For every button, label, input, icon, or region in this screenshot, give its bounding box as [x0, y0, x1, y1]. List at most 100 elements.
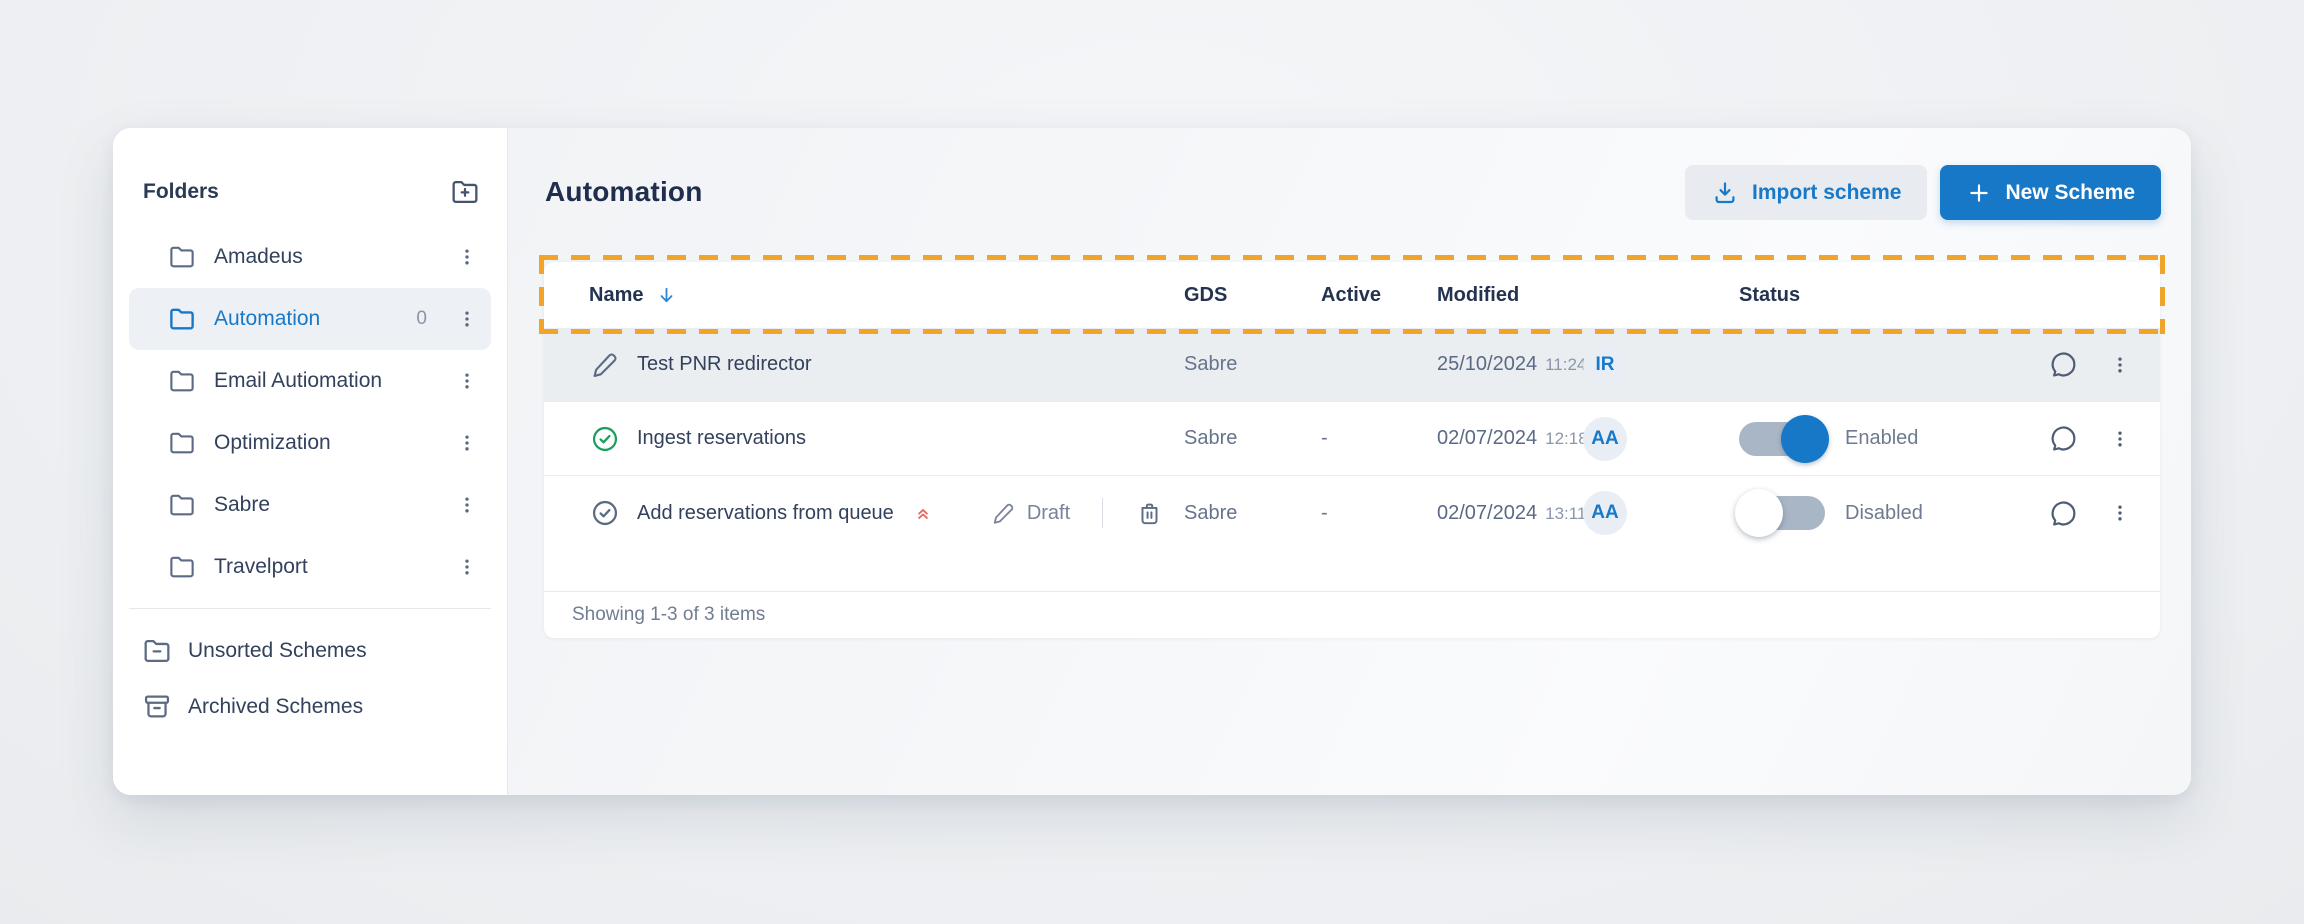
kebab-icon	[2110, 429, 2130, 449]
status-toggle[interactable]	[1739, 422, 1825, 456]
check-circle-icon	[589, 423, 621, 455]
gds-value: Sabre	[1184, 427, 1321, 450]
active-value: -	[1321, 427, 1437, 450]
folder-icon	[167, 552, 197, 582]
row-menu-button[interactable]	[2110, 355, 2130, 375]
row-menu-button[interactable]	[2110, 429, 2130, 449]
add-folder-button[interactable]	[449, 176, 481, 208]
row-menu-button[interactable]	[2110, 503, 2130, 523]
new-scheme-button[interactable]: New Scheme	[1940, 165, 2161, 220]
folder-label: Travelport	[214, 555, 457, 579]
column-header-modified[interactable]: Modified	[1437, 284, 1583, 307]
sidebar-title: Folders	[143, 180, 219, 204]
avatar: AA	[1583, 491, 1627, 535]
delete-button[interactable]	[1135, 499, 1164, 528]
folder-count-badge: 0	[416, 308, 427, 330]
pencil-icon	[990, 500, 1017, 527]
pagination-summary: Showing 1-3 of 3 items	[572, 604, 765, 626]
sidebar-link-label: Archived Schemes	[188, 695, 363, 719]
table-footer: Showing 1-3 of 3 items	[544, 591, 2160, 638]
status-toggle[interactable]	[1739, 496, 1825, 530]
table-row[interactable]: Add reservations from queue Draft	[544, 475, 2160, 550]
sort-arrow-down-icon	[655, 284, 678, 307]
divider	[1102, 498, 1103, 528]
folder-label: Amadeus	[214, 245, 457, 269]
chat-icon	[2047, 497, 2080, 530]
folder-menu-button[interactable]	[457, 371, 477, 391]
folder-label: Sabre	[214, 493, 457, 517]
column-header-active[interactable]: Active	[1321, 284, 1437, 307]
sidebar-item-travelport[interactable]: Travelport	[129, 536, 491, 598]
sidebar-item-automation[interactable]: Automation 0	[129, 288, 491, 350]
chat-icon	[2047, 422, 2080, 455]
main-content: Automation Import scheme New Scheme	[508, 128, 2191, 795]
column-header-gds[interactable]: GDS	[1184, 284, 1321, 307]
sidebar-item-email-automation[interactable]: Email Autiomation	[129, 350, 491, 412]
status-label: Enabled	[1845, 427, 1918, 450]
folder-menu-button[interactable]	[457, 433, 477, 453]
check-circle-icon	[589, 497, 621, 529]
scheme-name: Ingest reservations	[637, 427, 806, 450]
avatar: IR	[1583, 343, 1627, 387]
kebab-icon	[2110, 355, 2130, 375]
plus-icon	[1966, 180, 1992, 206]
chevrons-up-icon	[912, 502, 934, 524]
folder-icon	[167, 242, 197, 272]
comments-button[interactable]	[2047, 497, 2080, 530]
folder-icon	[167, 428, 197, 458]
folder-label: Automation	[214, 307, 416, 331]
active-value: -	[1321, 502, 1437, 525]
folder-label: Optimization	[214, 431, 457, 455]
sidebar-item-amadeus[interactable]: Amadeus	[129, 226, 491, 288]
scheme-name: Test PNR redirector	[637, 353, 812, 376]
import-scheme-button[interactable]: Import scheme	[1685, 165, 1927, 220]
column-header-status[interactable]: Status	[1739, 284, 2004, 307]
page-title: Automation	[545, 176, 703, 208]
toolbar: Import scheme New Scheme	[1685, 165, 2161, 220]
draft-label: Draft	[1027, 502, 1070, 525]
folder-minus-icon	[141, 635, 173, 667]
modified-value: 25/10/202411:24	[1437, 353, 1583, 376]
folder-menu-button[interactable]	[457, 557, 477, 577]
sidebar-item-archived-schemes[interactable]: Archived Schemes	[129, 679, 491, 735]
gds-value: Sabre	[1184, 353, 1321, 376]
download-icon	[1711, 179, 1739, 207]
column-header-name[interactable]: Name	[589, 284, 1184, 307]
schemes-table: Name GDS Active Modified Status	[544, 262, 2160, 638]
trash-icon	[1135, 499, 1164, 528]
pencil-icon	[589, 349, 621, 381]
folders-sidebar: Folders Amadeus A	[113, 128, 508, 795]
folder-icon	[167, 304, 197, 334]
archive-icon	[141, 691, 173, 723]
schemes-table-card: Name GDS Active Modified Status	[544, 262, 2160, 638]
draft-badge: Draft	[990, 500, 1070, 527]
modified-value: 02/07/202413:11	[1437, 502, 1583, 525]
modified-value: 02/07/202412:18	[1437, 427, 1583, 450]
sidebar-item-unsorted-schemes[interactable]: Unsorted Schemes	[129, 623, 491, 679]
sidebar-item-sabre[interactable]: Sabre	[129, 474, 491, 536]
sidebar-header: Folders	[129, 172, 491, 212]
kebab-icon	[2110, 503, 2130, 523]
folder-label: Email Autiomation	[214, 369, 457, 393]
folder-plus-icon	[449, 176, 481, 208]
avatar: AA	[1583, 417, 1627, 461]
table-row[interactable]: Test PNR redirector Sabre 25/10/202411:2…	[544, 328, 2160, 401]
table-row[interactable]: Ingest reservations Sabre - 02/07/202412…	[544, 401, 2160, 475]
comments-button[interactable]	[2047, 348, 2080, 381]
gds-value: Sabre	[1184, 502, 1321, 525]
folder-icon	[167, 490, 197, 520]
table-header-row: Name GDS Active Modified Status	[544, 262, 2160, 328]
table-empty-space	[544, 550, 2160, 591]
status-label: Disabled	[1845, 502, 1923, 525]
new-scheme-label: New Scheme	[2005, 181, 2135, 205]
sidebar-item-optimization[interactable]: Optimization	[129, 412, 491, 474]
folder-menu-button[interactable]	[457, 495, 477, 515]
folder-icon	[167, 366, 197, 396]
folder-menu-button[interactable]	[457, 247, 477, 267]
comments-button[interactable]	[2047, 422, 2080, 455]
sidebar-link-label: Unsorted Schemes	[188, 639, 367, 663]
folder-menu-button[interactable]	[457, 309, 477, 329]
chat-icon	[2047, 348, 2080, 381]
import-scheme-label: Import scheme	[1752, 181, 1901, 205]
sidebar-divider	[129, 608, 491, 609]
